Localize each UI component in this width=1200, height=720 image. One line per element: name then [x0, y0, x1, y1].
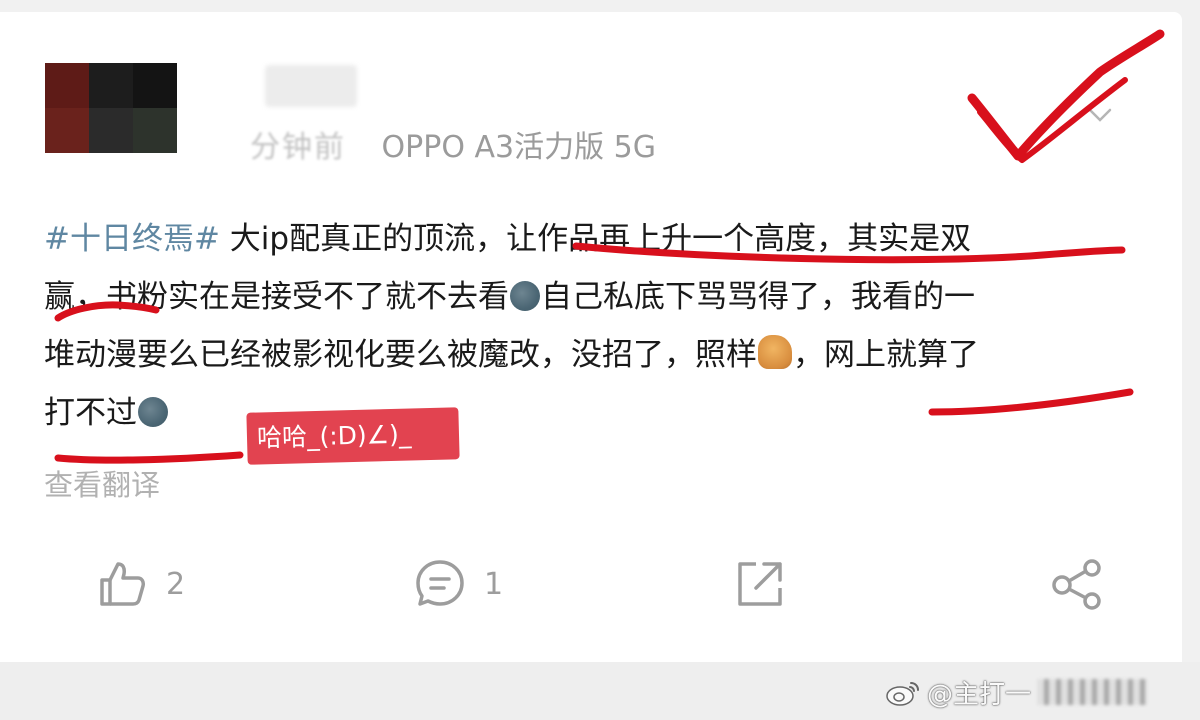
like-button[interactable]: 2	[96, 558, 185, 610]
moon-face-emoji-icon	[510, 281, 540, 311]
post-meta: 分钟前 OPPO A3活力版 5G	[250, 122, 656, 166]
post-line-2: 赢，书粉实在是接受不了就不去看 自己私底下骂骂得了，我看的一	[44, 268, 1144, 326]
action-bar: 2 1	[0, 548, 1182, 620]
hashtag-link[interactable]: #十日终焉#	[44, 221, 220, 257]
avatar[interactable]	[45, 63, 177, 153]
moon-face-emoji-icon	[138, 397, 168, 427]
translate-link[interactable]: 查看翻译	[44, 462, 160, 504]
thumbs-up-icon	[100, 562, 145, 606]
post-text-segment: 堆动漫要么已经被影视化要么被魔改，没招了，照样	[44, 337, 757, 373]
comment-icon	[416, 560, 464, 606]
forward-button[interactable]	[1050, 558, 1106, 610]
post-text-segment: 大ip配真正的顶流，让作品再上升一个高度，其实是双	[219, 221, 972, 257]
username-redacted[interactable]	[265, 65, 357, 107]
watermark-handle-redacted	[1037, 679, 1148, 705]
post-device: OPPO A3活力版 5G	[381, 130, 656, 165]
watermark: @主打一	[885, 670, 1148, 714]
post-body: #十日终焉# 大ip配真正的顶流，让作品再上升一个高度，其实是双 赢，书粉实在是…	[44, 210, 1144, 442]
top-background-strip	[0, 0, 1200, 12]
share-button[interactable]	[734, 558, 786, 610]
share-icon	[738, 562, 782, 606]
post-line-3: 堆动漫要么已经被影视化要么被魔改，没招了，照样 ，网上就算了	[44, 326, 1144, 384]
comment-count: 1	[484, 566, 504, 602]
share-nodes-icon	[1052, 559, 1101, 610]
sticker-label: 哈哈_(:D)∠)_	[246, 407, 460, 465]
post-text-segment: 打不过	[44, 395, 137, 431]
post-line-1: #十日终焉# 大ip配真正的顶流，让作品再上升一个高度，其实是双	[44, 210, 1144, 268]
like-count: 2	[166, 566, 186, 602]
comment-button[interactable]: 1	[414, 558, 503, 610]
watermark-handle: @主打一	[927, 679, 1032, 710]
weibo-logo-icon	[886, 682, 919, 706]
horse-face-emoji-icon	[758, 335, 792, 369]
chevron-down-icon[interactable]	[1086, 100, 1114, 128]
post-line-4: 打不过	[44, 384, 1144, 442]
post-text-segment: 自己私底下骂骂得了，我看的一	[541, 279, 975, 315]
post-text-segment: ，网上就算了	[793, 337, 979, 373]
post-text-segment: 赢，书粉实在是接受不了就不去看	[44, 279, 509, 315]
post-time: 分钟前	[250, 130, 346, 165]
